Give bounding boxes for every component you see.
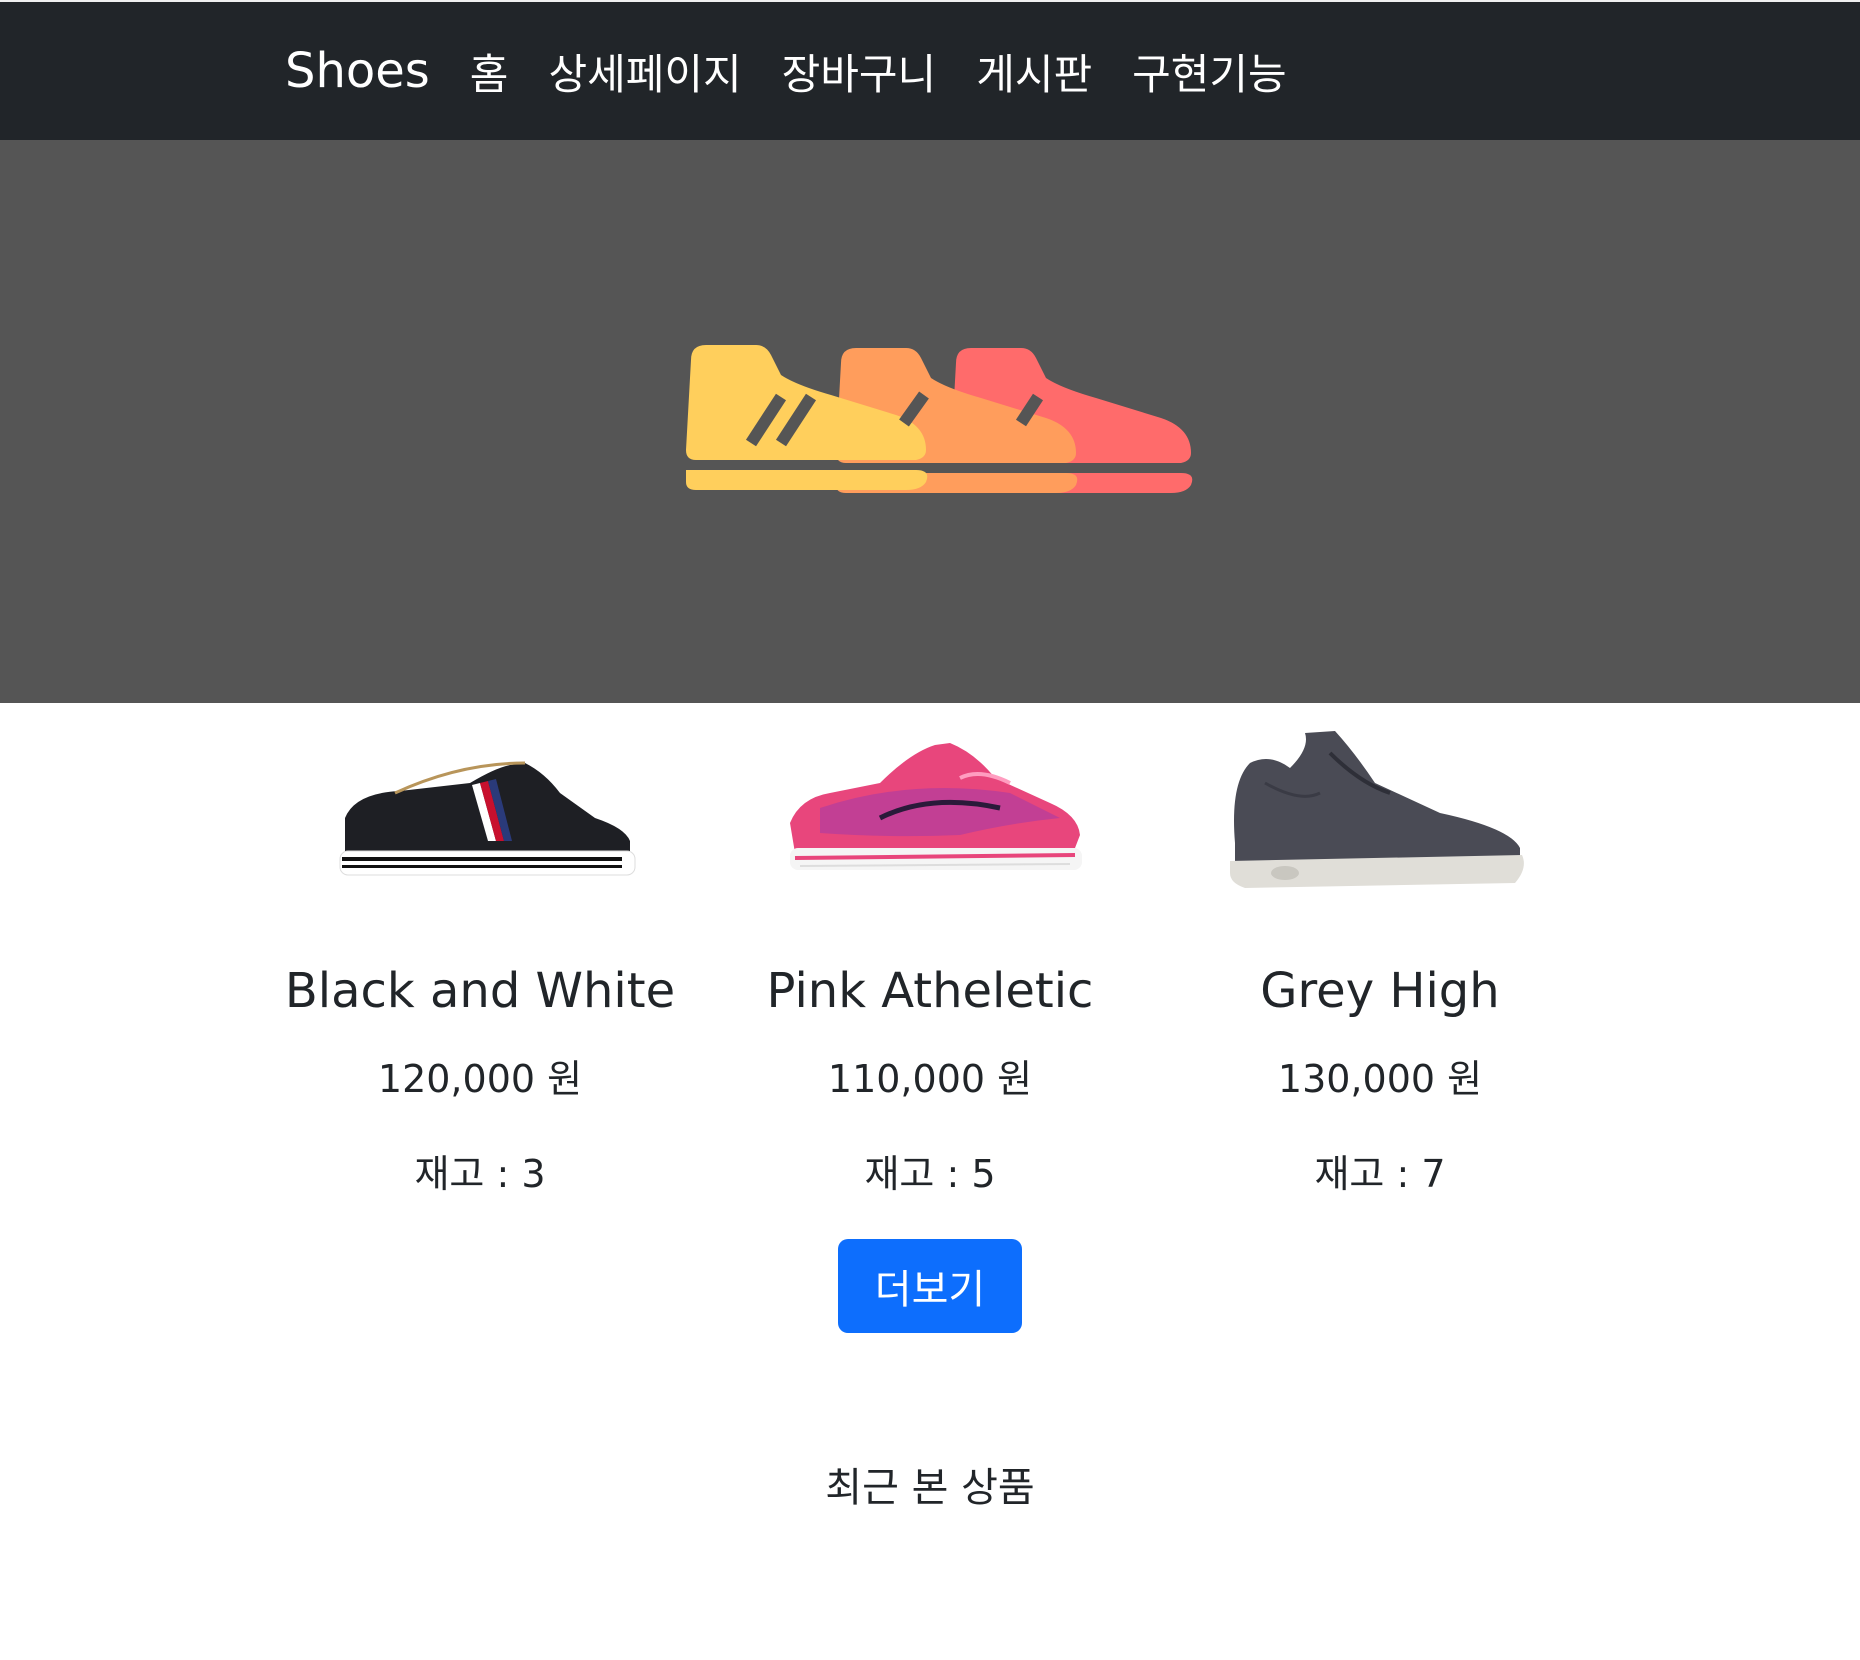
navbar: Shoes 홈 상세페이지 장바구니 게시판 구현기능 — [0, 0, 1860, 140]
brand-link[interactable]: Shoes — [285, 43, 430, 99]
nav-link-detail[interactable]: 상세페이지 — [548, 41, 741, 102]
shoe-image — [1230, 731, 1524, 888]
nav-link-features[interactable]: 구현기능 — [1132, 41, 1287, 102]
product-price: 110,000 원 — [827, 1057, 1033, 1101]
nav-inner: Shoes 홈 상세페이지 장바구니 게시판 구현기능 — [285, 2, 1327, 140]
shoe-image — [339, 761, 636, 876]
product-name: Pink Atheletic — [766, 963, 1094, 1019]
product-stock: 재고 : 3 — [414, 1152, 546, 1196]
product-price: 130,000 원 — [1277, 1057, 1483, 1101]
nav-link-home[interactable]: 홈 — [470, 41, 509, 102]
product-name: Black and White — [284, 963, 676, 1019]
nav-link-cart[interactable]: 장바구니 — [782, 41, 937, 102]
recent-products-title: 최근 본 상품 — [825, 1465, 1035, 1511]
product-price: 120,000 원 — [377, 1057, 583, 1101]
more-button[interactable]: 더보기 — [838, 1239, 1022, 1333]
product-stock: 재고 : 5 — [864, 1152, 996, 1196]
hero-banner — [0, 140, 1860, 703]
product-stock: 재고 : 7 — [1314, 1152, 1446, 1196]
shoe-image — [790, 743, 1082, 870]
product-name: Grey High — [1260, 963, 1500, 1019]
nav-link-board[interactable]: 게시판 — [976, 41, 1092, 102]
sneakers-logo-icon — [686, 345, 1193, 493]
